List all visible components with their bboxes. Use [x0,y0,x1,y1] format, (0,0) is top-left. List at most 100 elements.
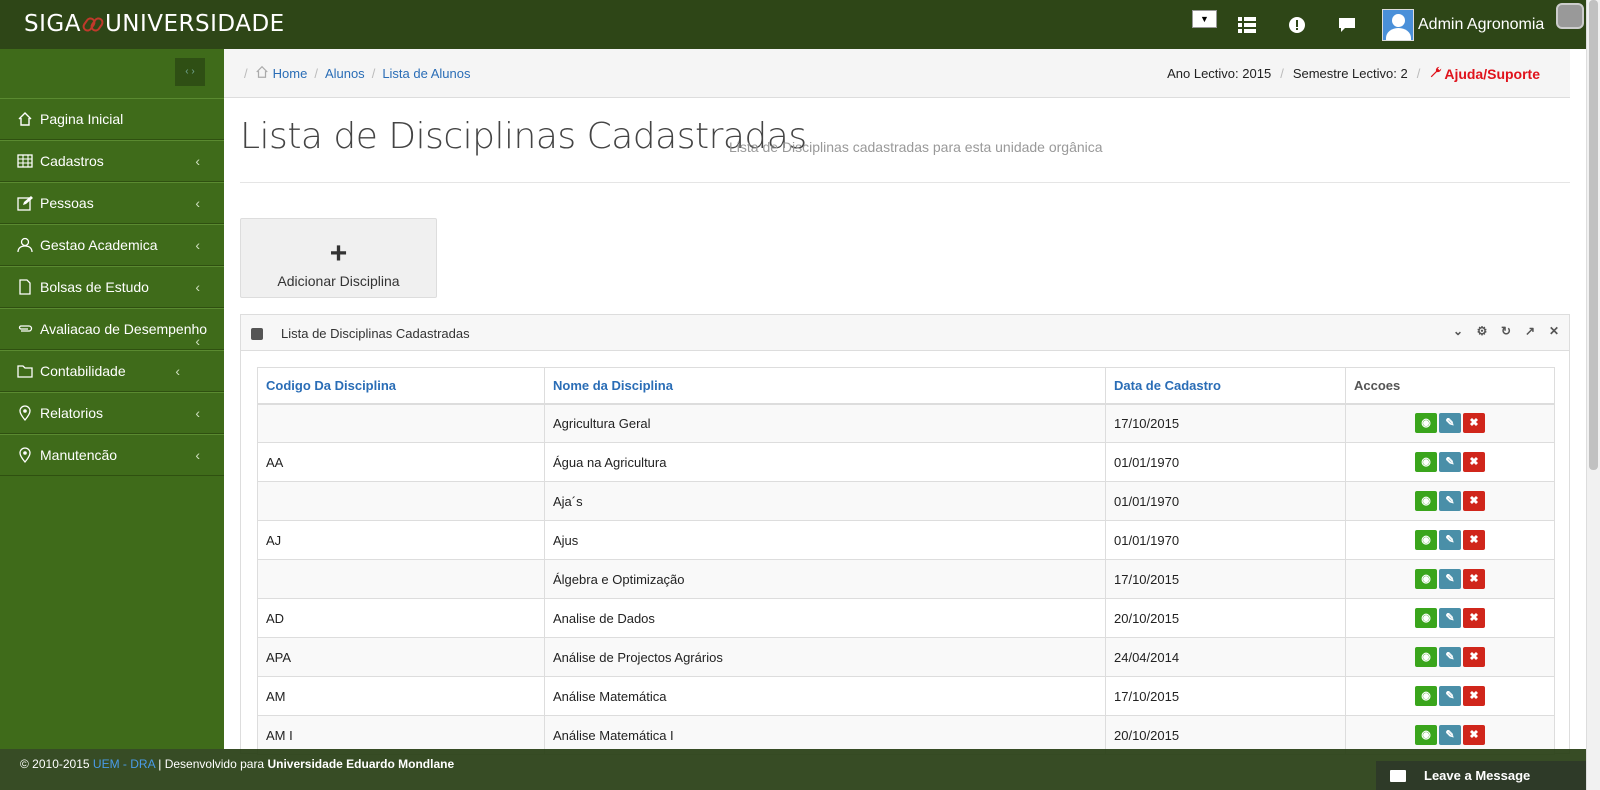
footer: © 2010-2015 UEM - DRA | Desenvolvido par… [0,749,1586,790]
add-disciplina-label: Adicionar Disciplina [277,273,400,289]
cell-nome: Álgebra e Optimização [544,559,1106,599]
page-subtitle: Lista de Disciplinas cadastradas para es… [729,139,1103,155]
view-button[interactable]: ◉ [1415,725,1437,745]
edit-button[interactable]: ✎ [1439,647,1461,667]
disciplinas-panel: Lista de Disciplinas Cadastradas ⌄ ⚙ ↻ ↗… [240,314,1570,755]
edit-button[interactable]: ✎ [1439,530,1461,550]
logo-mark-icon [80,15,106,34]
edit-button[interactable]: ✎ [1439,569,1461,589]
top-dropdown[interactable]: ▼ [1192,10,1217,28]
database-icon[interactable] [1556,3,1584,29]
leave-message-button[interactable]: Leave a Message [1376,761,1586,790]
view-button[interactable]: ◉ [1415,569,1437,589]
add-disciplina-button[interactable]: + Adicionar Disciplina [240,218,437,298]
help-support-link[interactable]: Ajuda/Suporte [1444,66,1540,82]
close-icon[interactable]: ✕ [1547,324,1561,338]
list-icon[interactable] [1236,14,1258,36]
chevron-left-icon: ‹ [195,195,200,211]
table-row: AJ Ajus 01/01/1970 ◉ ✎ ✖ [257,520,1555,560]
home-icon [255,65,269,82]
footer-dev: | Desenvolvido para [158,757,265,771]
table-row: APA Análise de Projectos Agrários 24/04/… [257,637,1555,677]
scrollbar-thumb[interactable] [1589,0,1598,470]
page-scrollbar[interactable] [1586,0,1600,790]
view-button[interactable]: ◉ [1415,647,1437,667]
breadcrumb-lista-de-alunos[interactable]: Lista de Alunos [382,66,470,81]
breadcrumb: / Home / Alunos / Lista de Alunos [244,65,471,82]
refresh-icon[interactable]: ↻ [1499,324,1513,338]
file-icon [16,278,34,296]
envelope-icon [1390,769,1406,782]
cell-nome: Agricultura Geral [544,403,1106,443]
delete-button[interactable]: ✖ [1463,530,1485,550]
cell-nome: Aja´s [544,481,1106,521]
chat-icon[interactable] [1336,14,1358,36]
external-link-icon[interactable] [251,328,263,340]
panel-title: Lista de Disciplinas Cadastradas [281,326,470,341]
sidebar-item-contabilidade[interactable]: Contabilidade ‹ [0,350,224,392]
column-header-nome[interactable]: Nome da Disciplina [544,367,1106,405]
cell-codigo: AD [257,598,545,638]
sidebar-toggle-icon[interactable]: ‹ › [175,58,205,86]
cell-data: 01/01/1970 [1105,520,1346,560]
column-header-data[interactable]: Data de Cadastro [1105,367,1346,405]
view-button[interactable]: ◉ [1415,491,1437,511]
brand-text-left: SIGA [24,11,81,37]
footer-org-link[interactable]: UEM - DRA [93,757,155,771]
chevron-left-icon: ‹ [175,363,180,379]
sidebar-item-relatorios[interactable]: Relatorios ‹ [0,392,224,434]
edit-button[interactable]: ✎ [1439,452,1461,472]
sidebar-item-bolsas-de-estudo[interactable]: Bolsas de Estudo ‹ [0,266,224,308]
fullscreen-icon[interactable]: ↗ [1523,324,1537,338]
brand-logo[interactable]: SIGA UNIVERSIDADE [24,11,285,37]
page-title: Lista de Disciplinas Cadastradas [240,116,807,157]
alert-icon[interactable] [1286,14,1308,36]
view-button[interactable]: ◉ [1415,686,1437,706]
sidebar-item-cadastros[interactable]: Cadastros ‹ [0,140,224,182]
column-header-codigo[interactable]: Codigo Da Disciplina [257,367,545,405]
table-row: AA Água na Agricultura 01/01/1970 ◉ ✎ ✖ [257,442,1555,482]
cell-codigo: APA [257,637,545,677]
view-button[interactable]: ◉ [1415,608,1437,628]
breadcrumb-alunos[interactable]: Alunos [325,66,365,81]
delete-button[interactable]: ✖ [1463,491,1485,511]
delete-button[interactable]: ✖ [1463,413,1485,434]
table-icon [16,152,34,170]
cell-codigo: AJ [257,520,545,560]
delete-button[interactable]: ✖ [1463,647,1485,667]
sidebar-item-pagina-inicial[interactable]: Pagina Inicial [0,98,224,140]
delete-button[interactable]: ✖ [1463,452,1485,472]
breadcrumb-separator: / [371,66,376,81]
sidebar-item-avaliacao-de-desempenho[interactable]: Avaliacao de Desempenho ‹ [0,308,224,350]
view-button[interactable]: ◉ [1415,413,1437,434]
edit-button[interactable]: ✎ [1439,413,1461,434]
cell-codigo [257,559,545,599]
view-button[interactable]: ◉ [1415,530,1437,550]
cell-data: 20/10/2015 [1105,598,1346,638]
breadcrumb-home[interactable]: Home [273,66,308,81]
sidebar-item-gestao-academica[interactable]: Gestao Academica ‹ [0,224,224,266]
edit-button[interactable]: ✎ [1439,725,1461,745]
view-button[interactable]: ◉ [1415,452,1437,472]
sidebar-item-pessoas[interactable]: Pessoas ‹ [0,182,224,224]
collapse-icon[interactable]: ⌄ [1451,324,1465,338]
delete-button[interactable]: ✖ [1463,608,1485,628]
sidebar-nav: Pagina Inicial Cadastros ‹ Pessoas ‹ Ges… [0,98,224,476]
edit-button[interactable]: ✎ [1439,608,1461,628]
sidebar-item-label: Avaliacao de Desempenho [40,321,208,337]
paperclip-icon [16,320,34,338]
wrench-icon[interactable]: ⚙ [1475,324,1489,338]
table-row: AD Analise de Dados 20/10/2015 ◉ ✎ ✖ [257,598,1555,638]
sidebar-item-label: Pessoas [40,195,94,211]
sidebar-item-manutencao[interactable]: Manutencão ‹ [0,434,224,476]
delete-button[interactable]: ✖ [1463,569,1485,589]
map-pin-icon [16,404,34,422]
delete-button[interactable]: ✖ [1463,686,1485,706]
cell-data: 24/04/2014 [1105,637,1346,677]
user-menu[interactable]: Admin Agronomia [1382,8,1544,42]
delete-button[interactable]: ✖ [1463,725,1485,745]
table-row: Aja´s 01/01/1970 ◉ ✎ ✖ [257,481,1555,521]
edit-button[interactable]: ✎ [1439,686,1461,706]
edit-button[interactable]: ✎ [1439,491,1461,511]
cell-actions: ◉ ✎ ✖ [1345,676,1555,716]
